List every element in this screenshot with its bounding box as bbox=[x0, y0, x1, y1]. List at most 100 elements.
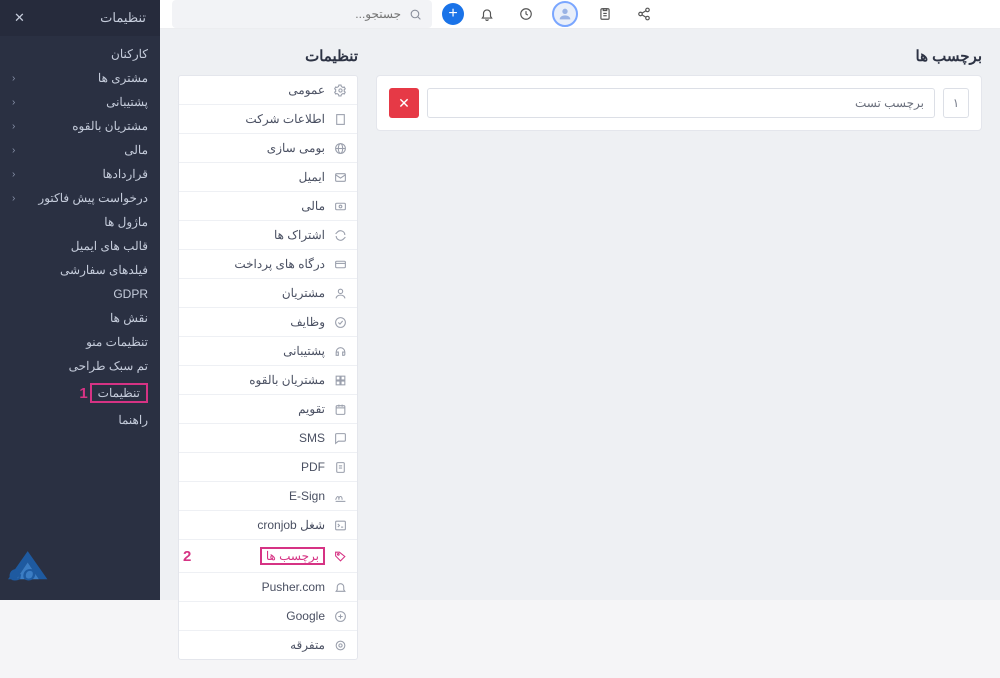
add-button[interactable]: + bbox=[442, 3, 464, 25]
sidebar-item-label: قالب های ایمیل bbox=[71, 239, 148, 253]
sidebar-item[interactable]: مشتری ها‹ bbox=[0, 66, 160, 90]
bell-icon[interactable] bbox=[474, 0, 499, 28]
avatar[interactable] bbox=[552, 1, 578, 27]
settings-item[interactable]: وظایف bbox=[179, 308, 357, 337]
settings-item[interactable]: مالی bbox=[179, 192, 357, 221]
globe-icon bbox=[333, 142, 347, 155]
settings-item[interactable]: پشتیبانی bbox=[179, 337, 357, 366]
sidebar-item[interactable]: تم سبک طراحی bbox=[0, 354, 160, 378]
sidebar-item[interactable]: ماژول ها bbox=[0, 210, 160, 234]
settings-item[interactable]: تقویم bbox=[179, 395, 357, 424]
sidebar-item[interactable]: قالب های ایمیل bbox=[0, 234, 160, 258]
sidebar-item-label: مالی bbox=[124, 143, 148, 157]
settings-item-label: اطلاعات شرکت bbox=[245, 112, 325, 126]
clipboard-icon[interactable] bbox=[592, 0, 617, 28]
close-icon[interactable]: ✕ bbox=[14, 10, 25, 26]
settings-item[interactable]: برچسب ها 2 bbox=[179, 540, 357, 573]
settings-item[interactable]: مشتریان بالقوه bbox=[179, 366, 357, 395]
settings-item[interactable]: Google bbox=[179, 602, 357, 631]
settings-heading: تنظیمات bbox=[178, 47, 358, 65]
sidebar-header: تنظیمات ✕ bbox=[0, 0, 160, 36]
user-icon bbox=[333, 287, 347, 300]
settings-item-label: اشتراک ها bbox=[274, 228, 325, 242]
calendar-icon bbox=[333, 403, 347, 416]
settings-item-label: بومی سازی bbox=[267, 141, 325, 155]
sidebar-item-label: فیلدهای سفارشی bbox=[60, 263, 148, 277]
settings-item[interactable]: SMS bbox=[179, 424, 357, 453]
gear-icon bbox=[333, 84, 347, 97]
settings-item[interactable]: ایمیل bbox=[179, 163, 357, 192]
settings-item-label: شغل cronjob bbox=[257, 518, 325, 532]
search-box[interactable] bbox=[172, 0, 432, 28]
settings-item-label: مشتریان bbox=[282, 286, 325, 300]
card-icon bbox=[333, 258, 347, 271]
tag-icon bbox=[333, 550, 347, 563]
sidebar-item[interactable]: پشتیبانی ‹ bbox=[0, 90, 160, 114]
settings-item-label: پشتیبانی bbox=[283, 344, 325, 358]
settings-item-label: برچسب ها bbox=[260, 547, 325, 565]
tag-name-input[interactable] bbox=[427, 88, 935, 118]
share-icon[interactable] bbox=[631, 0, 656, 28]
chevron-left-icon: ‹ bbox=[12, 121, 15, 132]
settings-item[interactable]: مشتریان bbox=[179, 279, 357, 308]
headset-icon bbox=[333, 345, 347, 358]
settings-item[interactable]: Pusher.com bbox=[179, 573, 357, 602]
settings-item-label: مشتریان بالقوه bbox=[249, 373, 325, 387]
chat-icon bbox=[333, 432, 347, 445]
settings-item-label: وظایف bbox=[290, 315, 325, 329]
pdf-icon bbox=[333, 461, 347, 474]
money-icon bbox=[333, 200, 347, 213]
settings-item-label: E-Sign bbox=[289, 489, 325, 503]
sidebar-item-label: ماژول ها bbox=[104, 215, 148, 229]
svg-text:RGO: RGO bbox=[8, 565, 36, 584]
chevron-left-icon: ‹ bbox=[12, 145, 15, 156]
sidebar-item[interactable]: تنظیمات1 bbox=[0, 378, 160, 408]
sidebar-item-label: نقش ها bbox=[110, 311, 148, 325]
settings-item-label: SMS bbox=[299, 431, 325, 445]
settings-item[interactable]: PDF bbox=[179, 453, 357, 482]
settings-item-label: مالی bbox=[301, 199, 325, 213]
tags-heading: برچسب ها bbox=[376, 47, 982, 65]
sidebar-item[interactable]: تنظیمات منو bbox=[0, 330, 160, 354]
settings-item[interactable]: متفرقه bbox=[179, 631, 357, 659]
dark-sidebar: تنظیمات ✕ کارکنانمشتری ها‹پشتیبانی‹مشتری… bbox=[0, 0, 160, 600]
sidebar-item-label: مشتریان بالقوه bbox=[72, 119, 148, 133]
highlight-number: 2 bbox=[183, 548, 191, 565]
settings-item-label: عمومی bbox=[288, 83, 325, 97]
settings-item[interactable]: E-Sign bbox=[179, 482, 357, 511]
settings-item[interactable]: اطلاعات شرکت bbox=[179, 105, 357, 134]
sidebar-item[interactable]: راهنما bbox=[0, 408, 160, 432]
topbar: + bbox=[160, 0, 1000, 29]
mail-icon bbox=[333, 171, 347, 184]
settings-item-label: متفرقه bbox=[290, 638, 325, 652]
tag-delete-button[interactable]: ✕ bbox=[389, 88, 419, 118]
sidebar-item-label: تنظیمات bbox=[90, 383, 148, 403]
sidebar-item[interactable]: نقش ها bbox=[0, 306, 160, 330]
sidebar-item[interactable]: مالی ‹ bbox=[0, 138, 160, 162]
settings-item[interactable]: شغل cronjob bbox=[179, 511, 357, 540]
sidebar-item-label: پشتیبانی bbox=[106, 95, 148, 109]
sidebar-item-label: تم سبک طراحی bbox=[69, 359, 148, 373]
check-icon bbox=[333, 316, 347, 329]
settings-item[interactable]: اشتراک ها bbox=[179, 221, 357, 250]
settings-item[interactable]: عمومی bbox=[179, 76, 357, 105]
sidebar-title: تنظیمات bbox=[100, 10, 146, 26]
sign-icon bbox=[333, 490, 347, 503]
highlight-number: 1 bbox=[79, 385, 87, 402]
sidebar-item-label: مشتری ها bbox=[98, 71, 148, 85]
sidebar-item[interactable]: مشتریان بالقوه ‹ bbox=[0, 114, 160, 138]
settings-item-label: ایمیل bbox=[299, 170, 325, 184]
sidebar-item[interactable]: کارکنان bbox=[0, 42, 160, 66]
sidebar-item[interactable]: فیلدهای سفارشی bbox=[0, 258, 160, 282]
sidebar-item[interactable]: درخواست پیش فاکتور‹ bbox=[0, 186, 160, 210]
tag-row: ۱ ✕ bbox=[389, 88, 969, 118]
settings-item[interactable]: بومی سازی bbox=[179, 134, 357, 163]
bell-icon bbox=[333, 581, 347, 594]
search-input[interactable] bbox=[182, 7, 401, 21]
sidebar-item[interactable]: GDPR bbox=[0, 282, 160, 306]
sidebar-item[interactable]: قراردادها‹ bbox=[0, 162, 160, 186]
settings-item[interactable]: درگاه های پرداخت bbox=[179, 250, 357, 279]
clock-icon[interactable] bbox=[513, 0, 538, 28]
tag-number: ۱ bbox=[943, 88, 969, 118]
chevron-left-icon: ‹ bbox=[12, 97, 15, 108]
